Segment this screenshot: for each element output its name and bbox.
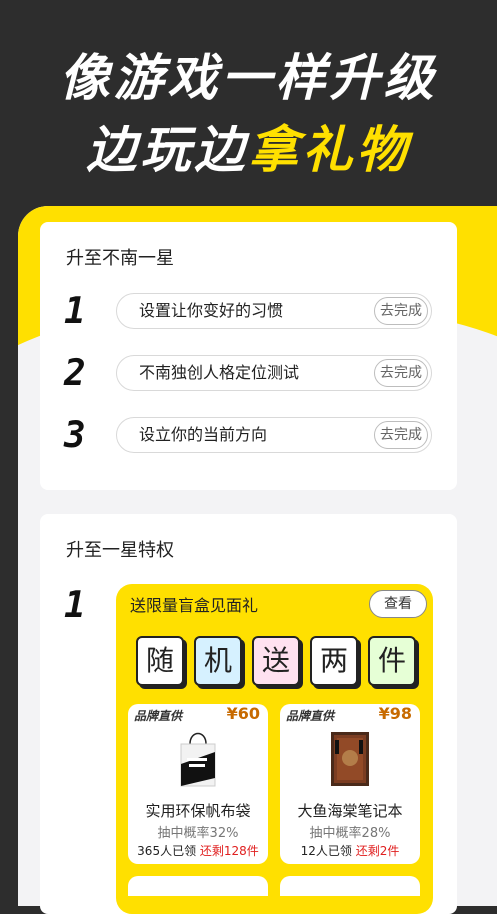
view-button[interactable]: 查看 xyxy=(369,590,427,618)
go-complete-button[interactable]: 去完成 xyxy=(374,421,428,449)
task-row-personality-test[interactable]: 不南独创人格定位测试 去完成 xyxy=(116,355,432,391)
tile: 随 xyxy=(136,636,184,686)
product-card-next[interactable] xyxy=(128,876,268,896)
product-header: 品牌直供 ¥60 xyxy=(128,704,268,726)
privilege-card-title: 升至一星特权 xyxy=(66,540,174,561)
level-card: 升至不南一星 1 设置让你变好的习惯 去完成 2 不南独创人格定位测试 去完成 … xyxy=(40,222,457,490)
price-label: ¥60 xyxy=(226,704,260,723)
headline-highlight: 拿礼物 xyxy=(248,121,411,179)
claimed-count: 12人已领 xyxy=(300,844,352,858)
tile: 机 xyxy=(194,636,242,686)
product-card[interactable]: 品牌直供 ¥98 大鱼海棠笔记本 抽中概率28% 12人已领 还剩2件 xyxy=(280,704,420,864)
go-complete-button[interactable]: 去完成 xyxy=(374,359,428,387)
brand-label: 品牌直供 xyxy=(134,709,183,723)
product-list: 品牌直供 ¥60 实用环保帆布袋 抽中概率32% 365人已领 还剩128件 品… xyxy=(128,704,428,904)
win-rate: 抽中概率28% xyxy=(309,826,391,841)
step-number-2: 2 xyxy=(64,353,86,394)
headline-line-2: 边玩边拿礼物 xyxy=(0,110,497,182)
stock-info: 12人已领 还剩2件 xyxy=(280,842,420,859)
gift-title: 送限量盲盒见面礼 xyxy=(130,596,259,615)
notebook-icon xyxy=(331,732,369,786)
privilege-card: 升至一星特权 1 送限量盲盒见面礼 查看 随 机 送 两 件 品牌直供 ¥60 xyxy=(40,514,457,914)
step-number-3: 3 xyxy=(64,415,86,456)
product-name: 实用环保帆布袋 xyxy=(145,802,251,820)
brand-label: 品牌直供 xyxy=(286,709,335,723)
win-rate: 抽中概率32% xyxy=(157,826,239,841)
task-label: 设置让你变好的习惯 xyxy=(139,301,284,320)
tile: 两 xyxy=(310,636,358,686)
task-label: 不南独创人格定位测试 xyxy=(139,363,300,382)
product-name: 大鱼海棠笔记本 xyxy=(297,802,403,820)
headline-line-1: 像游戏一样升级 xyxy=(59,49,438,107)
task-row-direction[interactable]: 设立你的当前方向 去完成 xyxy=(116,417,432,453)
remaining-count: 还剩2件 xyxy=(355,844,400,858)
task-label: 设立你的当前方向 xyxy=(139,425,268,444)
random-tiles: 随 机 送 两 件 xyxy=(136,636,426,692)
product-header: 品牌直供 ¥98 xyxy=(280,704,420,726)
claimed-count: 365人已领 xyxy=(137,844,197,858)
level-card-title: 升至不南一星 xyxy=(66,248,174,269)
tile: 件 xyxy=(368,636,416,686)
headline-prefix: 边玩边 xyxy=(86,121,249,179)
step-number-1: 1 xyxy=(64,291,86,332)
step-number-1: 1 xyxy=(64,585,86,626)
task-row-habit[interactable]: 设置让你变好的习惯 去完成 xyxy=(116,293,432,329)
gift-box: 送限量盲盒见面礼 查看 随 机 送 两 件 品牌直供 ¥60 实用环保帆布袋 抽… xyxy=(116,584,433,914)
remaining-count: 还剩128件 xyxy=(199,844,259,858)
tile: 送 xyxy=(252,636,300,686)
go-complete-button[interactable]: 去完成 xyxy=(374,297,428,325)
stock-info: 365人已领 还剩128件 xyxy=(128,842,268,859)
price-label: ¥98 xyxy=(378,704,412,723)
product-card-next[interactable] xyxy=(280,876,420,896)
tote-bag-icon xyxy=(180,732,216,787)
product-card[interactable]: 品牌直供 ¥60 实用环保帆布袋 抽中概率32% 365人已领 还剩128件 xyxy=(128,704,268,864)
